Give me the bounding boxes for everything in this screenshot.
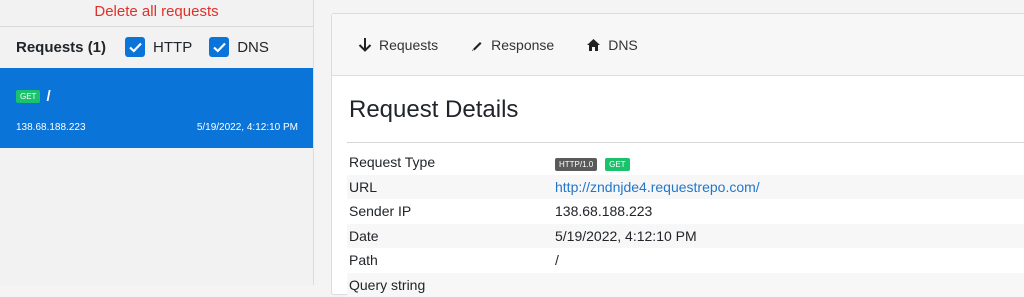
checkmark-icon [209, 37, 229, 57]
details-key: Request Type [347, 150, 555, 175]
protocol-badge: HTTP/1.0 [555, 158, 597, 171]
dns-filter-label: DNS [237, 39, 269, 56]
request-item-header: GET / [16, 88, 51, 105]
requests-filter-bar: Requests (1) HTTP DNS [0, 27, 313, 67]
request-path: / [46, 88, 50, 105]
tab-response[interactable]: Response [470, 37, 554, 53]
details-value: 138.68.188.223 [555, 199, 1024, 224]
checkmark-icon [125, 37, 145, 57]
tab-dns-label: DNS [608, 37, 638, 53]
main-panel: Requests Response DNS Request Details Re… [331, 13, 1024, 295]
method-badge: GET [605, 158, 629, 171]
request-details-title: Request Details [332, 76, 1024, 138]
details-value: 5/19/2022, 4:12:10 PM [555, 224, 1024, 249]
sidebar: Delete all requests Requests (1) HTTP DN… [0, 0, 314, 285]
request-ip: 138.68.188.223 [16, 122, 86, 133]
delete-all-requests-button[interactable]: Delete all requests [0, 0, 313, 27]
tab-bar: Requests Response DNS [332, 14, 1024, 76]
arrow-down-icon [358, 37, 372, 52]
request-list-item[interactable]: GET / 138.68.188.223 5/19/2022, 4:12:10 … [0, 68, 313, 148]
details-row-url: URL http://zndnjde4.requestrepo.com/ [347, 175, 1024, 200]
details-value: http://zndnjde4.requestrepo.com/ [555, 175, 1024, 200]
home-icon [586, 38, 601, 52]
details-key: Sender IP [347, 199, 555, 224]
tab-response-label: Response [491, 37, 554, 53]
request-date: 5/19/2022, 4:12:10 PM [197, 122, 298, 133]
url-link[interactable]: http://zndnjde4.requestrepo.com/ [555, 179, 760, 195]
tab-dns[interactable]: DNS [586, 37, 638, 53]
divider [347, 142, 1024, 143]
details-row-date: Date 5/19/2022, 4:12:10 PM [347, 224, 1024, 249]
request-details-table: Request Type HTTP/1.0 GET URL http://znd… [347, 150, 1024, 297]
tab-requests-label: Requests [379, 37, 438, 53]
tab-requests[interactable]: Requests [358, 37, 438, 53]
method-badge: GET [16, 90, 40, 103]
requests-count-title: Requests (1) [16, 39, 106, 56]
details-key: Path [347, 248, 555, 273]
details-row-request-type: Request Type HTTP/1.0 GET [347, 150, 1024, 175]
http-filter-checkbox[interactable]: HTTP [125, 37, 192, 57]
details-row-path: Path / [347, 248, 1024, 273]
details-value: / [555, 248, 1024, 273]
details-row-sender-ip: Sender IP 138.68.188.223 [347, 199, 1024, 224]
details-value: HTTP/1.0 GET [555, 150, 1024, 175]
dns-filter-checkbox[interactable]: DNS [209, 37, 269, 57]
pencil-icon [470, 38, 484, 52]
details-key: Date [347, 224, 555, 249]
details-key: URL [347, 175, 555, 200]
http-filter-label: HTTP [153, 39, 192, 56]
